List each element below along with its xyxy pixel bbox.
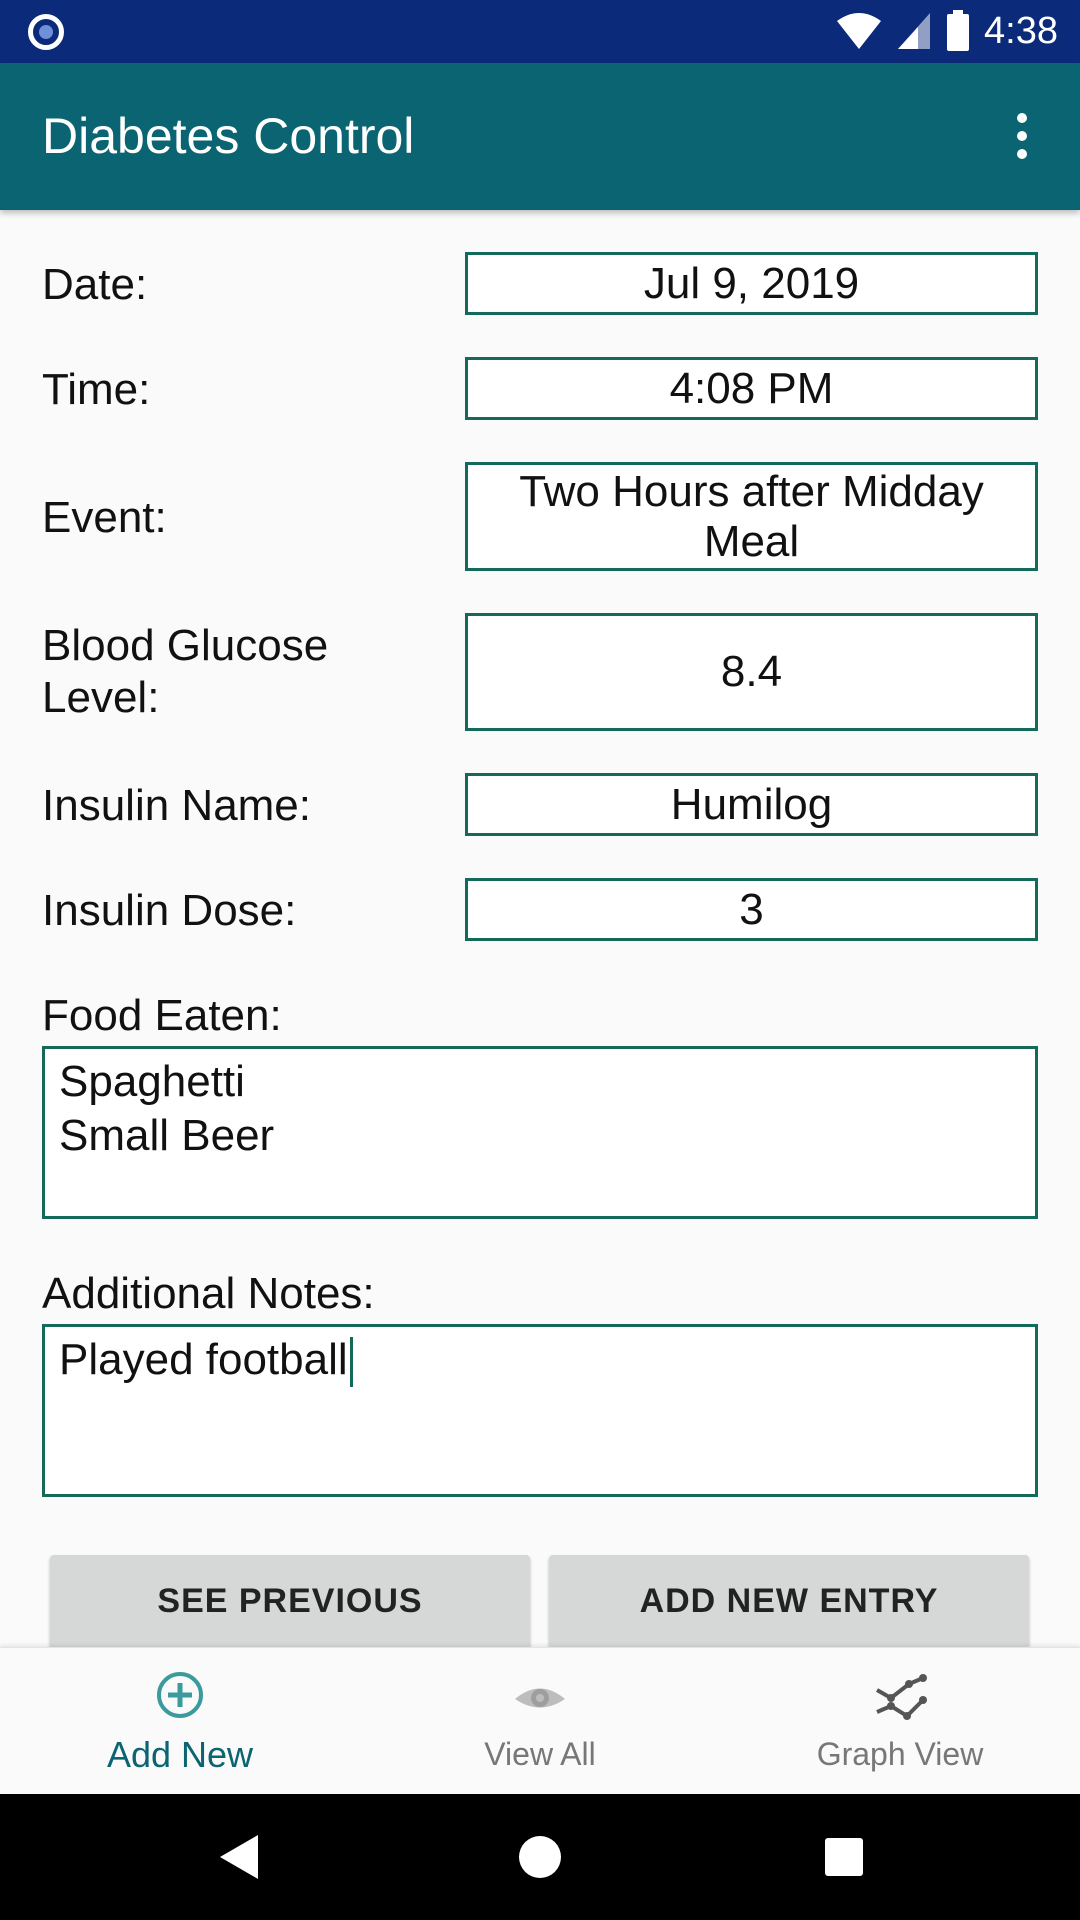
add-circle-icon [157, 1671, 203, 1718]
status-time: 4:38 [984, 9, 1058, 52]
time-label: Time: [42, 365, 151, 414]
system-nav-bar [0, 1794, 1080, 1920]
insulin-dose-label: Insulin Dose: [42, 886, 297, 935]
date-field[interactable]: Jul 9, 2019 [465, 252, 1038, 315]
bottom-nav: Add New View All Graph View [0, 1647, 1080, 1794]
recents-icon [825, 1838, 863, 1876]
insulin-name-field[interactable]: Humilog [465, 773, 1038, 836]
app-title: Diabetes Control [42, 108, 415, 164]
eye-icon [515, 1688, 565, 1708]
nav-item-graph-view[interactable]: Graph View [720, 1648, 1080, 1795]
recents-button[interactable] [804, 1794, 884, 1920]
graph-icon [876, 1674, 927, 1720]
food-textarea[interactable]: Spaghetti Small Beer [42, 1046, 1038, 1219]
glucose-label: Blood Glucose Level: [42, 621, 329, 722]
event-label: Event: [42, 493, 167, 542]
nav-item-add-new[interactable]: Add New [0, 1648, 360, 1795]
notes-label: Additional Notes: [42, 1269, 375, 1318]
event-field[interactable]: Two Hours after Midday Meal [465, 462, 1038, 571]
home-icon [519, 1836, 561, 1878]
more-vert-icon[interactable] [992, 103, 1052, 169]
nav-label-add-new: Add New [106, 1733, 254, 1775]
see-previous-button[interactable]: SEE PREVIOUS [50, 1555, 530, 1648]
status-icons: 4:38 [836, 8, 1058, 54]
nav-label-view-all: View All [484, 1736, 596, 1772]
record-icon [28, 14, 64, 50]
food-label: Food Eaten: [42, 991, 282, 1040]
notes-text: Played football [59, 1335, 348, 1384]
status-bar: 4:38 [0, 0, 1080, 63]
insulin-dose-field[interactable]: 3 [465, 878, 1038, 941]
app-bar: Diabetes Control [0, 63, 1080, 210]
glucose-field[interactable]: 8.4 [465, 613, 1038, 731]
time-field[interactable]: 4:08 PM [465, 357, 1038, 420]
wifi-icon [837, 13, 882, 49]
signal-icon [898, 13, 931, 49]
battery-icon [947, 10, 970, 51]
home-button[interactable] [500, 1794, 580, 1920]
back-button[interactable] [200, 1794, 280, 1920]
text-cursor [349, 1337, 353, 1388]
notes-textarea[interactable]: Played football [42, 1324, 1038, 1497]
nav-item-view-all[interactable]: View All [360, 1648, 720, 1795]
back-icon [220, 1835, 258, 1879]
date-label: Date: [42, 260, 148, 309]
nav-label-graph-view: Graph View [816, 1736, 984, 1772]
add-new-entry-button[interactable]: ADD NEW ENTRY [549, 1555, 1029, 1648]
insulin-name-label: Insulin Name: [42, 781, 312, 830]
